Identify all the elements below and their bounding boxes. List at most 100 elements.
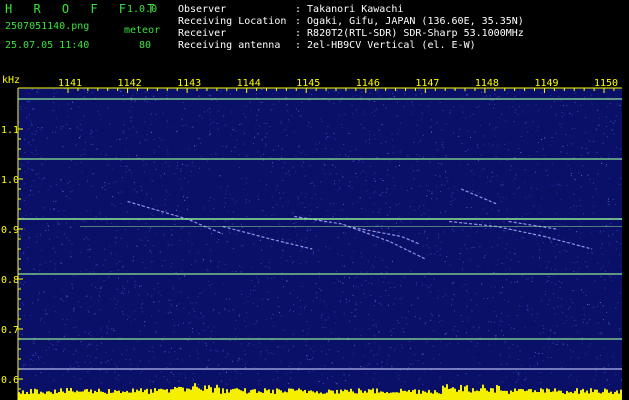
noise-speck <box>428 247 430 249</box>
noise-speck <box>283 162 285 164</box>
noise-speck <box>619 148 621 150</box>
noise-speck <box>520 151 522 153</box>
noise-speck <box>393 328 395 329</box>
noise-speck <box>240 271 242 273</box>
noise-speck <box>215 349 217 351</box>
noise-speck <box>349 277 350 279</box>
noise-speck <box>34 108 36 110</box>
noise-bar-segment <box>362 392 364 400</box>
noise-speck <box>95 286 96 288</box>
noise-speck <box>379 208 381 210</box>
noise-speck <box>529 155 531 157</box>
noise-speck <box>506 257 508 258</box>
noise-speck <box>41 249 43 251</box>
noise-speck <box>157 283 159 284</box>
noise-speck <box>108 183 110 185</box>
noise-speck <box>392 177 394 179</box>
noise-speck <box>112 168 114 170</box>
noise-bar-segment <box>222 388 224 400</box>
noise-speck <box>409 363 411 365</box>
noise-speck <box>324 337 326 338</box>
noise-speck <box>611 129 613 131</box>
noise-bar-segment <box>396 392 398 400</box>
noise-speck <box>459 252 461 254</box>
noise-speck <box>39 263 41 265</box>
noise-speck <box>614 151 615 153</box>
noise-speck <box>531 277 533 279</box>
noise-speck <box>194 165 196 167</box>
noise-speck <box>471 198 473 200</box>
noise-speck <box>203 371 205 373</box>
noise-speck <box>555 256 556 258</box>
noise-speck <box>406 323 408 325</box>
noise-speck <box>38 191 40 193</box>
noise-bar-segment <box>36 389 38 400</box>
noise-speck <box>369 142 371 144</box>
noise-speck <box>451 381 453 383</box>
noise-speck <box>574 262 576 264</box>
noise-speck <box>496 175 498 177</box>
noise-speck <box>402 347 403 349</box>
noise-speck <box>538 264 540 266</box>
noise-speck <box>325 147 327 149</box>
noise-speck <box>391 260 393 262</box>
noise-speck <box>28 142 30 144</box>
noise-speck <box>483 298 485 300</box>
noise-speck <box>365 296 367 298</box>
noise-speck <box>18 121 20 123</box>
noise-speck <box>92 131 93 133</box>
noise-speck <box>202 259 204 261</box>
noise-speck <box>251 266 252 268</box>
noise-speck <box>424 276 426 278</box>
noise-speck <box>415 94 417 96</box>
noise-speck <box>71 190 73 192</box>
noise-speck <box>575 324 577 326</box>
noise-speck <box>90 186 92 187</box>
noise-speck <box>96 148 98 150</box>
noise-speck <box>487 321 489 323</box>
noise-bar-segment <box>398 392 400 400</box>
noise-bar-segment <box>562 393 564 400</box>
noise-speck <box>394 185 396 186</box>
noise-speck <box>210 119 211 121</box>
noise-speck <box>577 331 579 333</box>
noise-speck <box>606 312 608 313</box>
noise-speck <box>501 312 503 314</box>
noise-speck <box>19 106 21 108</box>
noise-speck <box>335 173 337 175</box>
noise-speck <box>273 214 275 216</box>
y-tick-label: 1.1 <box>1 125 19 136</box>
noise-speck <box>310 359 312 361</box>
noise-speck <box>505 197 507 199</box>
noise-speck <box>356 176 358 178</box>
noise-speck <box>387 152 389 154</box>
noise-speck <box>409 206 411 208</box>
noise-speck <box>267 298 269 300</box>
noise-speck <box>73 375 75 377</box>
noise-speck <box>308 371 310 373</box>
noise-speck <box>253 243 255 245</box>
noise-speck <box>99 291 101 293</box>
noise-speck <box>159 251 161 253</box>
noise-speck <box>343 143 345 145</box>
noise-speck <box>335 350 337 352</box>
noise-speck <box>222 145 224 147</box>
noise-speck <box>224 308 225 309</box>
noise-bar-segment <box>462 391 464 400</box>
noise-speck <box>531 280 533 282</box>
noise-speck <box>322 326 324 328</box>
noise-bar-segment <box>186 388 188 400</box>
noise-bar-segment <box>22 390 24 400</box>
noise-bar-segment <box>422 390 424 400</box>
noise-speck <box>590 94 592 96</box>
noise-speck <box>347 156 349 157</box>
noise-speck <box>587 304 589 306</box>
noise-speck <box>574 102 576 103</box>
noise-speck <box>574 319 576 321</box>
noise-speck <box>295 241 296 242</box>
noise-speck <box>551 372 553 374</box>
noise-speck <box>241 293 243 295</box>
observer-key: Observer <box>178 4 227 15</box>
noise-speck <box>419 205 421 207</box>
noise-bar-segment <box>442 385 444 400</box>
